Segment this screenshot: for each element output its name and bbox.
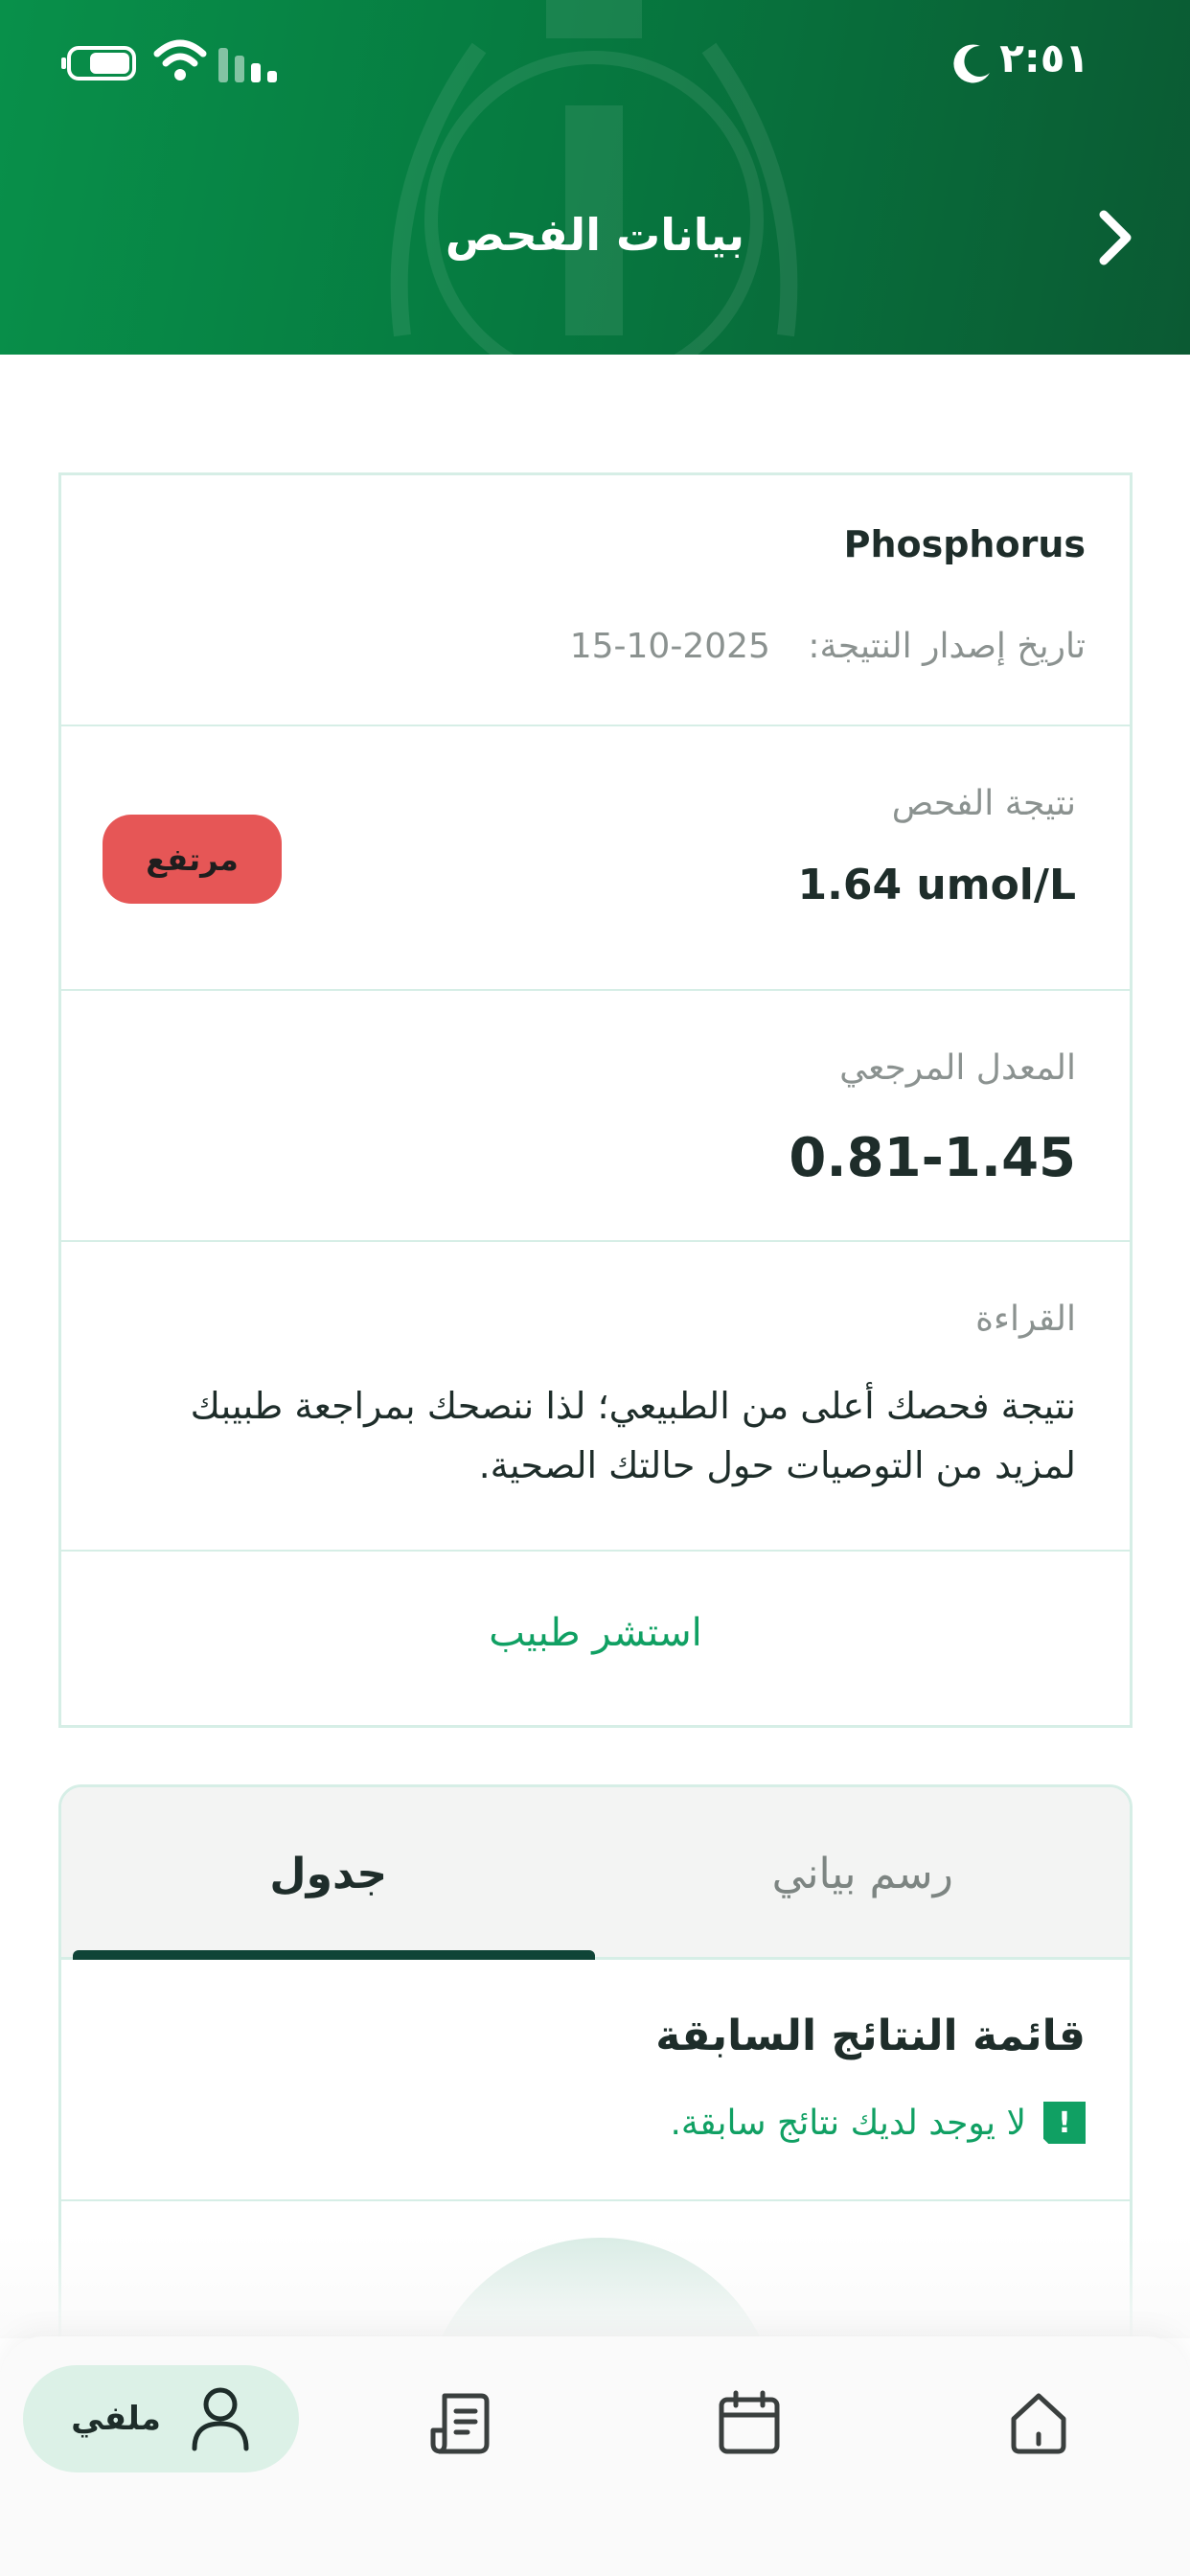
result-value: 1.64 umol/L: [797, 861, 1076, 909]
status-bar: ٢:٥١: [0, 0, 1190, 134]
test-info-row: Phosphorus تاريخ إصدار النتيجة: 2025-10-…: [61, 475, 1130, 726]
result-card: Phosphorus تاريخ إصدار النتيجة: 2025-10-…: [58, 472, 1133, 1728]
chevron-right-icon: [1099, 210, 1132, 265]
reference-value: 0.81-1.45: [789, 1127, 1076, 1189]
issue-date: 2025-10-15: [569, 627, 770, 666]
result-label: نتيجة الفحص: [891, 784, 1076, 823]
tab-bar: رسم بياني جدول: [61, 1787, 1130, 1960]
wifi-icon: [153, 39, 207, 80]
screen: ٢:٥١ بيانات الفحص Phosphorus تاريخ إصدار…: [0, 0, 1190, 2576]
divider: [61, 2199, 1130, 2201]
do-not-disturb-moon-icon: [953, 44, 990, 83]
reading-row: القراءة نتيجة فحصك أعلى من الطبيعي؛ لذا …: [61, 1242, 1130, 1552]
empty-results-note: ! لا يوجد لديك نتائج سابقة.: [670, 2102, 1086, 2144]
status-badge: مرتفع: [103, 815, 282, 904]
result-row: نتيجة الفحص 1.64 umol/L مرتفع: [61, 726, 1130, 991]
reading-label: القراءة: [975, 1300, 1076, 1339]
reference-row: المعدل المرجعي 0.81-1.45: [61, 991, 1130, 1242]
nav-fade: [0, 2233, 1190, 2338]
status-time: ٢:٥١: [999, 34, 1089, 81]
consult-row: استشر طبيب: [61, 1552, 1130, 1728]
consult-doctor-link[interactable]: استشر طبيب: [61, 1611, 1130, 1655]
bottom-nav: ملفي: [0, 2336, 1190, 2576]
profile-icon: [192, 2387, 249, 2451]
issue-date-line: تاريخ إصدار النتيجة: 2025-10-15: [570, 627, 1086, 666]
active-tab-indicator: [73, 1950, 595, 1960]
back-button[interactable]: [1079, 201, 1152, 274]
exclamation-icon: !: [1043, 2102, 1086, 2144]
battery-icon: [61, 46, 136, 80]
home-icon[interactable]: [1006, 2390, 1071, 2455]
tab-chart[interactable]: رسم بياني: [596, 1787, 1131, 1960]
header: ٢:٥١ بيانات الفحص: [0, 0, 1190, 355]
issue-date-label: تاريخ إصدار النتيجة:: [808, 627, 1086, 666]
nav-profile-button[interactable]: ملفي: [23, 2365, 299, 2472]
test-name: Phosphorus: [843, 523, 1086, 565]
nav-profile-label: ملفي: [71, 2400, 161, 2438]
previous-results-title: قائمة النتائج السابقة: [655, 2012, 1086, 2060]
reading-text: نتيجة فحصك أعلى من الطبيعي؛ لذا ننصحك بم…: [190, 1385, 1076, 1486]
reference-label: المعدل المرجعي: [839, 1048, 1076, 1088]
calendar-icon[interactable]: [717, 2390, 782, 2455]
tab-table[interactable]: جدول: [61, 1787, 596, 1960]
cellular-signal-icon: [218, 48, 277, 82]
empty-results-message: لا يوجد لديك نتائج سابقة.: [670, 2103, 1026, 2143]
document-icon[interactable]: [427, 2390, 492, 2455]
page-title: بيانات الفحص: [445, 209, 745, 261]
